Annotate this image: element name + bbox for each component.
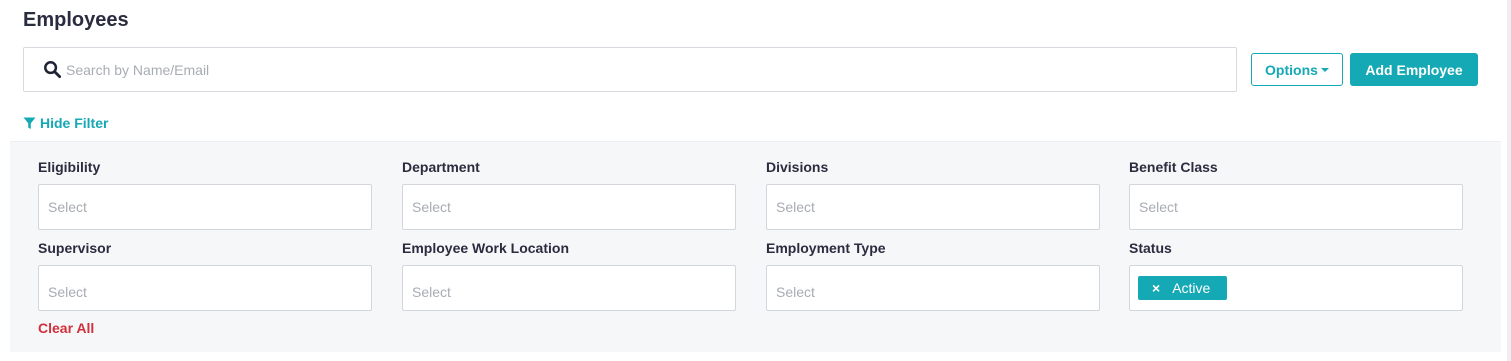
- eligibility-select[interactable]: Select: [38, 184, 372, 230]
- employment-type-select[interactable]: Select: [766, 265, 1100, 311]
- search-icon: [43, 60, 63, 80]
- remove-tag-icon[interactable]: ×: [1152, 280, 1160, 296]
- department-placeholder: Select: [412, 199, 451, 215]
- divisions-label: Divisions: [766, 159, 829, 175]
- work-location-placeholder: Select: [412, 284, 451, 300]
- eligibility-placeholder: Select: [48, 199, 87, 215]
- department-select[interactable]: Select: [402, 184, 736, 230]
- divisions-select[interactable]: Select: [766, 184, 1100, 230]
- work-location-select[interactable]: Select: [402, 265, 736, 311]
- clear-all-link[interactable]: Clear All: [38, 320, 94, 336]
- benefit-class-label: Benefit Class: [1129, 159, 1218, 175]
- employment-type-label: Employment Type: [766, 240, 886, 256]
- status-tag-active: × Active: [1138, 276, 1228, 300]
- department-label: Department: [402, 159, 480, 175]
- status-select[interactable]: × Active: [1129, 265, 1463, 311]
- filter-icon: [23, 117, 36, 130]
- filter-panel: [10, 141, 1501, 352]
- supervisor-select[interactable]: Select: [38, 265, 372, 311]
- supervisor-placeholder: Select: [48, 284, 87, 300]
- eligibility-label: Eligibility: [38, 159, 101, 175]
- search-box[interactable]: [23, 47, 1237, 92]
- add-employee-button[interactable]: Add Employee: [1350, 53, 1478, 86]
- hide-filter-toggle[interactable]: Hide Filter: [23, 115, 108, 131]
- benefit-class-placeholder: Select: [1139, 199, 1178, 215]
- work-location-label: Employee Work Location: [402, 240, 569, 256]
- search-input[interactable]: [66, 48, 1236, 91]
- scrollbar[interactable]: [1507, 0, 1511, 361]
- caret-down-icon: [1320, 68, 1329, 72]
- options-button[interactable]: Options: [1251, 53, 1343, 86]
- hide-filter-label: Hide Filter: [40, 115, 109, 131]
- options-label: Options: [1265, 61, 1318, 78]
- status-label: Status: [1129, 240, 1172, 256]
- divisions-placeholder: Select: [776, 199, 815, 215]
- employment-type-placeholder: Select: [776, 284, 815, 300]
- page-title: Employees: [23, 9, 129, 31]
- status-tag-label: Active: [1172, 280, 1211, 296]
- benefit-class-select[interactable]: Select: [1129, 184, 1463, 230]
- supervisor-label: Supervisor: [38, 240, 112, 256]
